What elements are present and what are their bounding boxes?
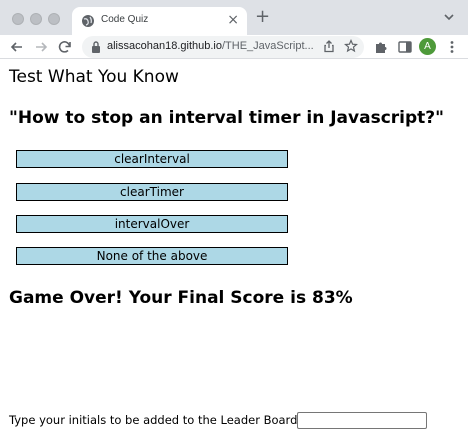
url-path: /THE_JavaScript...: [221, 40, 314, 52]
answer-button-3[interactable]: intervalOver: [16, 215, 288, 233]
back-button[interactable]: [8, 38, 26, 56]
reload-icon: [58, 41, 71, 53]
browser-toolbar: alissacohan18.github.io/THE_JavaScript..…: [0, 35, 468, 59]
extensions-button[interactable]: [372, 38, 390, 56]
page-content: Test What You Know "How to stop an inter…: [0, 60, 468, 437]
maximize-window-button[interactable]: [48, 13, 60, 25]
url-text: alissacohan18.github.io/THE_JavaScript..…: [107, 40, 317, 52]
forward-button[interactable]: [32, 38, 50, 56]
globe-icon: [82, 15, 94, 27]
side-panel-button[interactable]: [396, 38, 414, 56]
answer-button-4[interactable]: None of the above: [16, 247, 288, 265]
side-panel-icon: [398, 41, 412, 53]
page-title: Test What You Know: [9, 67, 179, 87]
kebab-menu-icon: [450, 41, 454, 53]
minimize-window-button[interactable]: [30, 13, 42, 25]
tab-title: Code Quiz: [101, 14, 149, 25]
answer-button-2[interactable]: clearTimer: [16, 183, 288, 201]
address-bar[interactable]: alissacohan18.github.io/THE_JavaScript..…: [82, 36, 364, 58]
browser-menu-button[interactable]: [443, 38, 461, 56]
lock-icon[interactable]: [90, 40, 102, 54]
puzzle-icon: [376, 42, 387, 53]
profile-avatar[interactable]: A: [419, 38, 436, 55]
close-window-button[interactable]: [12, 13, 24, 25]
new-tab-button[interactable]: +: [255, 7, 270, 27]
browser-tab[interactable]: Code Quiz ×: [72, 7, 247, 35]
tab-close-icon[interactable]: ×: [227, 12, 239, 28]
share-icon[interactable]: [322, 39, 336, 53]
url-domain: alissacohan18.github.io: [107, 40, 222, 52]
initials-input[interactable]: [297, 412, 427, 429]
initials-label: Type your initials to be added to the Le…: [9, 413, 298, 427]
chevron-down-icon[interactable]: [442, 10, 456, 24]
final-score-text: Game Over! Your Final Score is 83%: [9, 288, 353, 308]
bookmark-star-icon[interactable]: [344, 39, 358, 53]
forward-arrow-icon: [36, 42, 48, 52]
reload-button[interactable]: [56, 38, 74, 56]
back-arrow-icon: [10, 42, 22, 52]
question-text: "How to stop an interval timer in Javasc…: [9, 108, 445, 128]
browser-tab-strip: Code Quiz × +: [0, 0, 468, 35]
answer-button-1[interactable]: clearInterval: [16, 150, 288, 168]
